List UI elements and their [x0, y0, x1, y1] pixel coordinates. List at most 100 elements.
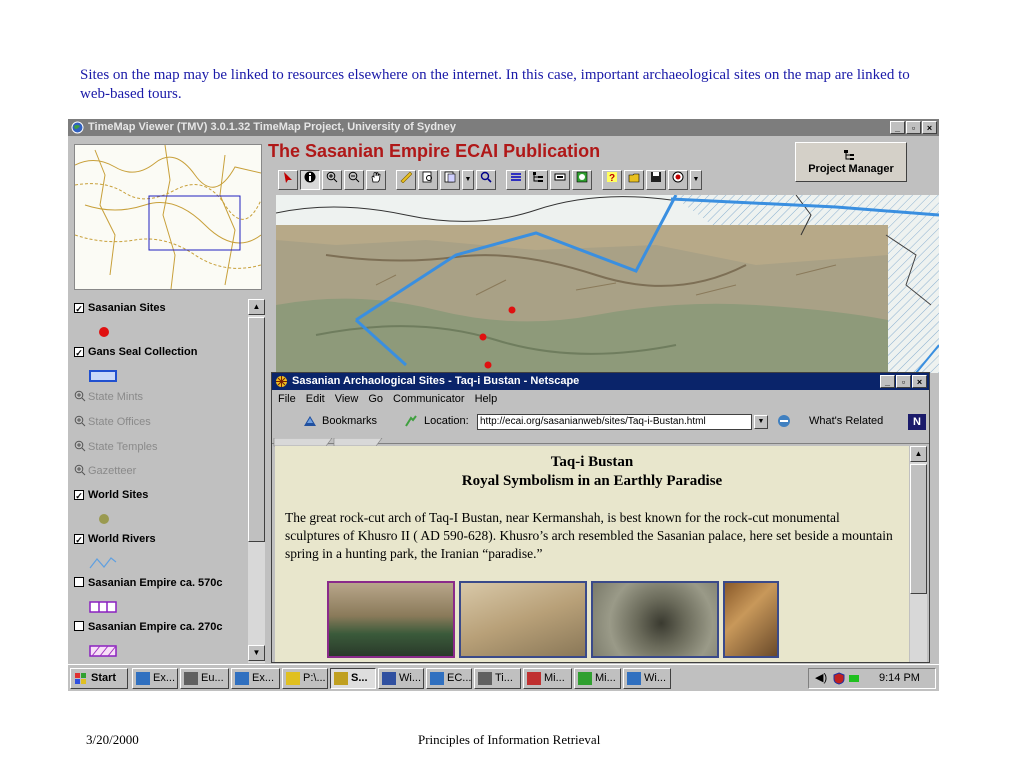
layer-item[interactable]: State Mints	[74, 390, 143, 403]
query-icon[interactable]	[440, 170, 460, 190]
open-icon[interactable]	[624, 170, 644, 190]
bookmarks-icon[interactable]	[302, 414, 318, 428]
app-icon	[136, 672, 150, 685]
taskbar-item-label: Ex...	[252, 672, 275, 684]
layer-label: State Temples	[88, 441, 158, 453]
layer-item[interactable]: Gazetteer	[74, 464, 136, 477]
zoom-layer-icon[interactable]	[74, 464, 86, 476]
netscape-scrollbar[interactable]: ▲	[910, 446, 927, 662]
menu-item-edit[interactable]: Edit	[306, 393, 325, 405]
taskbar-item[interactable]: S...	[330, 668, 376, 689]
whats-related-label[interactable]: What's Related	[809, 415, 883, 427]
location-input[interactable]: http://ecai.org/sasanianweb/sites/Taq-i-…	[477, 414, 752, 430]
menu-item-view[interactable]: View	[335, 393, 359, 405]
scroll-down-button[interactable]: ▼	[248, 645, 265, 661]
pan-hand-icon[interactable]	[366, 170, 386, 190]
taskbar-item[interactable]: Ti...	[474, 668, 521, 689]
status-icon[interactable]	[849, 675, 859, 682]
layer-item[interactable]: ✓ Sasanian Sites	[74, 302, 166, 314]
layer-checkbox[interactable]: ✓	[74, 303, 84, 314]
taskbar-item[interactable]: Wi...	[623, 668, 671, 689]
layer-item[interactable]: State Offices	[74, 415, 151, 428]
app-icon	[527, 672, 541, 685]
maximize-button[interactable]: ▫	[906, 121, 921, 134]
windows-logo-icon	[75, 673, 86, 684]
layers-icon[interactable]	[506, 170, 526, 190]
netscape-minimize-button[interactable]: _	[880, 375, 895, 388]
project-manager-label: Project Manager	[808, 163, 894, 175]
zoom-layer-icon[interactable]	[74, 390, 86, 402]
zoom-layer-icon[interactable]	[74, 440, 86, 452]
layer-item[interactable]: ✓ Gans Seal Collection	[74, 346, 197, 358]
shield-icon[interactable]	[833, 672, 845, 685]
zoom-out-icon[interactable]	[344, 170, 364, 190]
location-dropdown-button[interactable]: ▼	[754, 415, 768, 429]
layer-item[interactable]: ✓ World Rivers	[74, 533, 156, 545]
taskbar-item[interactable]: EC...	[426, 668, 472, 689]
photo-thumbnail[interactable]	[591, 581, 719, 658]
layer-item[interactable]: ✓ World Sites	[74, 489, 148, 501]
globe-icon	[71, 121, 84, 134]
netscape-scroll-thumb[interactable]	[910, 464, 927, 594]
layer-checkbox[interactable]	[74, 577, 84, 587]
toolbar-collapse-tabs[interactable]	[272, 434, 929, 447]
netscape-close-button[interactable]: ×	[912, 375, 927, 388]
overview-map[interactable]	[74, 144, 262, 290]
netscape-title-bar: Sasanian Archaological Sites - Taq-i Bus…	[272, 373, 929, 390]
scroll-thumb[interactable]	[248, 317, 265, 542]
layer-item[interactable]: State Temples	[74, 440, 158, 453]
taskbar-item[interactable]: Eu...	[180, 668, 229, 689]
bookmarks-label[interactable]: Bookmarks	[322, 415, 377, 427]
layer-checkbox[interactable]: ✓	[74, 347, 84, 358]
menu-item-communicator[interactable]: Communicator	[393, 393, 465, 405]
layer-checkbox[interactable]: ✓	[74, 490, 84, 501]
project-manager-button[interactable]: Project Manager	[795, 142, 907, 182]
timeline-icon[interactable]	[572, 170, 592, 190]
zoom-in-icon[interactable]	[322, 170, 342, 190]
menu-item-file[interactable]: File	[278, 393, 296, 405]
taskbar-item[interactable]: Ex...	[132, 668, 178, 689]
speaker-icon[interactable]: ◀)	[815, 669, 827, 688]
select-icon[interactable]	[476, 170, 496, 190]
main-map[interactable]	[276, 195, 939, 373]
help-icon[interactable]: ?	[602, 170, 622, 190]
menu-item-go[interactable]: Go	[368, 393, 383, 405]
taskbar-item[interactable]: Mi...	[523, 668, 572, 689]
photo-thumbnail[interactable]	[723, 581, 779, 658]
legend-icon[interactable]	[528, 170, 548, 190]
dropdown-icon[interactable]: ▼	[462, 170, 474, 190]
taskbar-item-label: S...	[351, 672, 368, 684]
taskbar-item[interactable]: Ex...	[231, 668, 280, 689]
page-paragraph: The great rock-cut arch of Taq-I Bustan,…	[285, 510, 893, 561]
taskbar-item[interactable]: Mi...	[574, 668, 621, 689]
whats-related-icon[interactable]	[777, 414, 795, 428]
layer-item[interactable]: Sasanian Empire ca. 570c	[74, 577, 223, 589]
more-icon[interactable]: ▼	[690, 170, 702, 190]
photo-thumbnail[interactable]	[327, 581, 455, 658]
main-map-graphic	[276, 195, 939, 373]
netscape-scroll-up-button[interactable]: ▲	[910, 446, 927, 462]
svg-text:?: ?	[609, 173, 615, 183]
find-icon[interactable]	[418, 170, 438, 190]
scroll-up-button[interactable]: ▲	[248, 299, 265, 315]
close-button[interactable]: ×	[922, 121, 937, 134]
layer-checkbox[interactable]	[74, 621, 84, 631]
layer-item[interactable]: Sasanian Empire ca. 270c	[74, 621, 223, 633]
menu-item-help[interactable]: Help	[475, 393, 498, 405]
view-icon[interactable]	[550, 170, 570, 190]
taskbar-item[interactable]: P:\...	[282, 668, 328, 689]
layer-scrollbar[interactable]: ▲ ▼	[248, 299, 265, 663]
measure-icon[interactable]	[396, 170, 416, 190]
start-button[interactable]: Start	[70, 668, 128, 689]
zoom-layer-icon[interactable]	[74, 415, 86, 427]
arrow-icon[interactable]	[278, 170, 298, 190]
minimize-button[interactable]: _	[890, 121, 905, 134]
export-icon[interactable]	[668, 170, 688, 190]
timemap-title-bar: TimeMap Viewer (TMV) 3.0.1.32 TimeMap Pr…	[68, 119, 939, 136]
info-icon[interactable]	[300, 170, 320, 190]
save-icon[interactable]	[646, 170, 666, 190]
netscape-maximize-button[interactable]: ▫	[896, 375, 911, 388]
photo-thumbnail[interactable]	[459, 581, 587, 658]
layer-checkbox[interactable]: ✓	[74, 534, 84, 545]
taskbar-item[interactable]: Wi...	[378, 668, 424, 689]
